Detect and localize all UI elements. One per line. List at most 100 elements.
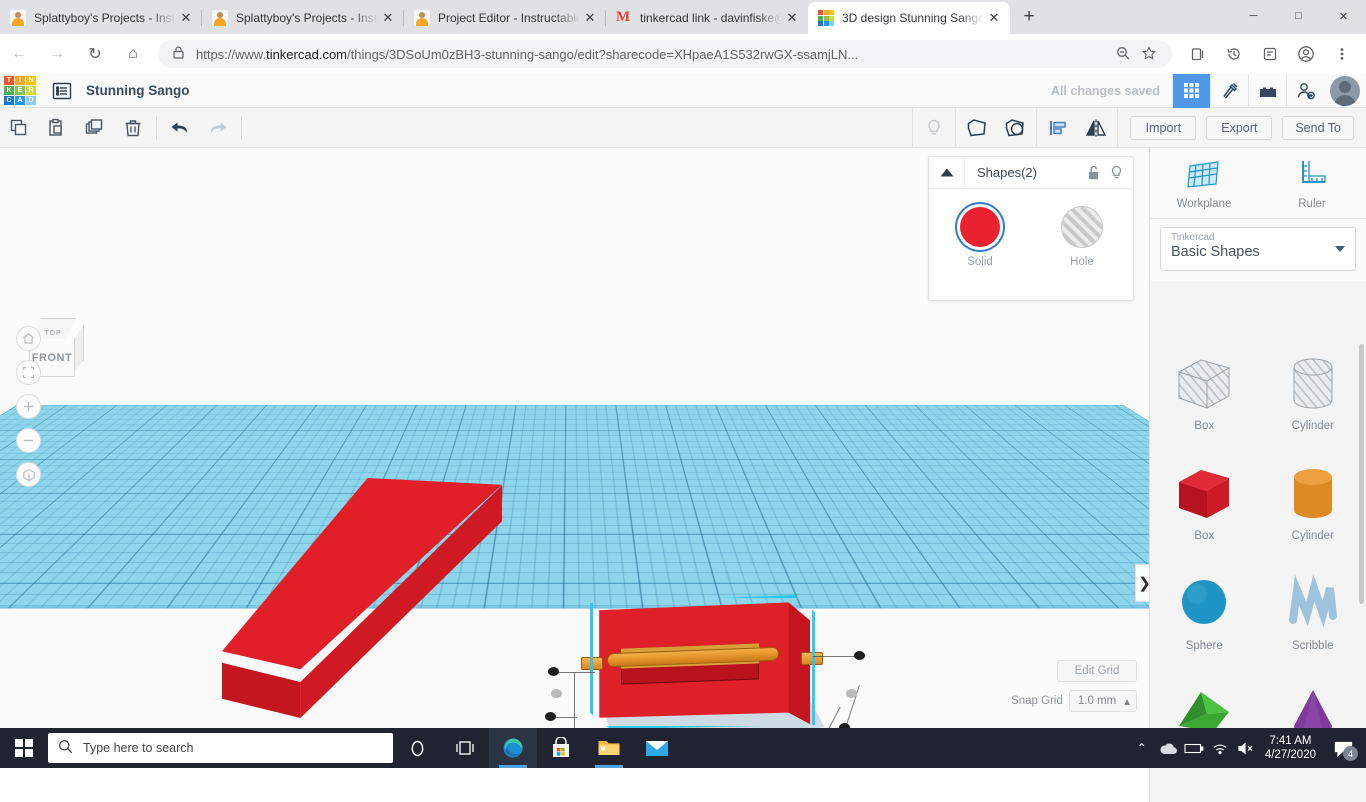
sidebar-tool-workplane[interactable]: Workplane [1150, 158, 1258, 210]
show-hidden-icons-button[interactable]: ⌃ [1129, 728, 1155, 768]
file-explorer-icon[interactable] [585, 728, 633, 768]
zoom-out-button[interactable] [16, 428, 41, 453]
zoom-out-icon[interactable] [1110, 46, 1136, 63]
selected-shape-object[interactable] [595, 600, 810, 728]
perspective-toggle-button[interactable] [16, 462, 41, 487]
history-icon[interactable] [1216, 38, 1252, 70]
home-view-button[interactable] [16, 326, 41, 351]
duplicate-icon[interactable] [76, 108, 114, 148]
reload-icon[interactable]: ↻ [76, 38, 114, 70]
snap-grid-dropdown[interactable]: 1.0 mm ▴ [1069, 690, 1137, 712]
workplane-grid[interactable] [0, 405, 1149, 609]
browser-tab-1[interactable]: Splattyboy's Projects - Instructa ✕ [0, 2, 202, 34]
maximize-button[interactable]: □ [1276, 0, 1321, 32]
tab-close-button[interactable]: ✕ [378, 8, 398, 28]
page-title[interactable]: Stunning Sango [86, 83, 190, 98]
red-slab-object[interactable] [222, 478, 502, 718]
sidebar-tool-ruler[interactable]: Ruler [1258, 158, 1366, 210]
shape-item-hole-box[interactable]: Box [1150, 354, 1259, 464]
invite-person-icon[interactable] [1286, 74, 1324, 108]
minimize-button[interactable]: ─ [1231, 0, 1276, 32]
back-icon[interactable]: ← [0, 38, 38, 70]
tab-close-button[interactable]: ✕ [782, 8, 802, 28]
home-icon[interactable]: ⌂ [114, 38, 152, 70]
star-icon[interactable] [1136, 46, 1162, 63]
ungroup-icon[interactable] [996, 108, 1034, 148]
resize-handle[interactable] [545, 712, 556, 721]
tab-close-button[interactable]: ✕ [176, 8, 196, 28]
browser-tab-2[interactable]: Splattyboy's Projects - Instructa ✕ [202, 2, 404, 34]
tinkercad-logo-icon[interactable]: T I N K E R C A D [4, 76, 38, 106]
hole-swatch-option[interactable]: Hole [1031, 207, 1133, 268]
mirror-icon[interactable] [1077, 108, 1115, 148]
address-bar[interactable]: https://www.tinkercad.com/things/3DSoUm0… [158, 40, 1172, 68]
search-input[interactable]: Type here to search [48, 733, 393, 763]
browser-tab-4[interactable]: tinkercad link - davinfiske@gma ✕ [606, 2, 808, 34]
tab-close-button[interactable]: ✕ [984, 8, 1004, 28]
profile-icon[interactable] [1288, 38, 1324, 70]
paste-icon[interactable] [38, 108, 76, 148]
close-window-button[interactable]: ✕ [1321, 0, 1366, 32]
lightbulb-icon[interactable] [1107, 157, 1133, 188]
zoom-in-button[interactable] [16, 394, 41, 419]
microsoft-store-icon[interactable] [537, 728, 585, 768]
battery-icon[interactable] [1181, 728, 1207, 768]
shape-item-hole-cylinder[interactable]: Cylinder [1259, 354, 1366, 464]
start-button[interactable] [0, 728, 48, 768]
hole-pattern-circle[interactable] [1062, 207, 1102, 247]
project-list-icon[interactable] [52, 81, 72, 101]
shape-item-cylinder[interactable]: Cylinder [1259, 464, 1366, 574]
wifi-icon[interactable] [1207, 728, 1233, 768]
settings-icon[interactable] [1324, 38, 1360, 70]
onedrive-icon[interactable] [1155, 728, 1181, 768]
tab-close-button[interactable]: ✕ [580, 8, 600, 28]
sidebar-scrollbar[interactable] [1359, 344, 1364, 604]
solid-swatch-option[interactable]: Solid [929, 207, 1031, 268]
grid-view-icon[interactable] [1172, 74, 1210, 108]
notes-icon[interactable] [1252, 38, 1288, 70]
blocks-icon[interactable] [1248, 74, 1286, 108]
chevron-down-icon[interactable] [1335, 246, 1345, 252]
cortana-icon[interactable] [393, 728, 441, 768]
send-to-button[interactable]: Send To [1282, 116, 1354, 140]
rotate-handle[interactable] [551, 689, 562, 698]
browser-tab-5-active[interactable]: 3D design Stunning Sango | Tin ✕ [808, 2, 1010, 34]
undo-icon[interactable] [161, 108, 199, 148]
new-tab-button[interactable]: + [1014, 3, 1044, 33]
copy-icon[interactable] [0, 108, 38, 148]
export-button[interactable]: Export [1206, 116, 1272, 140]
avatar[interactable] [1324, 74, 1366, 108]
codeblocks-icon[interactable] [1210, 74, 1248, 108]
delete-icon[interactable] [114, 108, 152, 148]
shape-item-box[interactable]: Box [1150, 464, 1259, 574]
shape-item-scribble[interactable]: Scribble [1259, 574, 1366, 684]
view-cube-side-face[interactable] [74, 324, 84, 371]
chevron-up-icon[interactable] [929, 157, 965, 188]
shape-item-sphere[interactable]: Sphere [1150, 574, 1259, 684]
forward-icon[interactable]: → [38, 38, 76, 70]
volume-muted-icon[interactable] [1233, 728, 1259, 768]
task-view-icon[interactable] [441, 728, 489, 768]
notification-center-button[interactable]: 4 [1326, 728, 1360, 768]
edge-icon[interactable] [489, 728, 537, 768]
mail-icon[interactable] [633, 728, 681, 768]
panel-collapse-toggle[interactable]: ❯ [1135, 564, 1149, 602]
edit-grid-button[interactable]: Edit Grid [1057, 660, 1137, 682]
align-icon[interactable] [1039, 108, 1077, 148]
group-ungroup-group [955, 108, 1036, 148]
fit-to-view-button[interactable] [16, 360, 41, 385]
solid-color-circle[interactable] [960, 207, 1000, 247]
unlock-icon[interactable] [1081, 157, 1107, 188]
clock[interactable]: 7:41 AM 4/27/2020 [1259, 734, 1326, 762]
rotate-handle[interactable] [846, 689, 857, 698]
group-icon[interactable] [958, 108, 996, 148]
browser-tab-3[interactable]: Project Editor - Instructables ✕ [404, 2, 606, 34]
logo-tile: T [4, 76, 14, 85]
handle-line [813, 656, 859, 657]
tab-title: 3D design Stunning Sango | Tin [842, 11, 984, 25]
shape-library-dropdown[interactable]: Tinkercad Basic Shapes [1160, 227, 1356, 271]
resize-handle[interactable] [548, 667, 559, 676]
import-button[interactable]: Import [1130, 116, 1196, 140]
collections-icon[interactable] [1180, 38, 1216, 70]
resize-handle[interactable] [854, 651, 865, 660]
